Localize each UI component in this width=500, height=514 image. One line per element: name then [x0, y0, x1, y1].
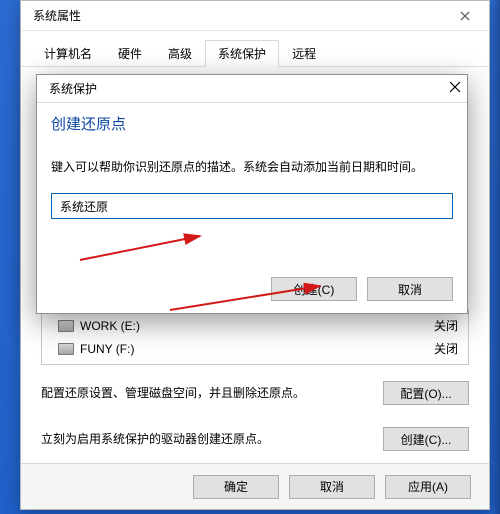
restore-point-name-input[interactable]: [51, 193, 453, 219]
dialog-title: 系统保护: [49, 80, 97, 97]
drive-icon: [58, 320, 74, 332]
drive-icon: [58, 343, 74, 355]
dialog-description: 键入可以帮助你识别还原点的描述。系统会自动添加当前日期和时间。: [37, 138, 467, 183]
titlebar: 系统属性: [21, 1, 489, 31]
close-icon: [449, 81, 461, 93]
tab-hardware[interactable]: 硬件: [105, 40, 155, 67]
drive-name: FUNY (F:): [80, 342, 134, 356]
configure-button[interactable]: 配置(O)...: [383, 381, 469, 405]
create-button[interactable]: 创建(C)...: [383, 427, 469, 451]
window-title: 系统属性: [33, 7, 81, 24]
create-restore-point-dialog: 系统保护 创建还原点 键入可以帮助你识别还原点的描述。系统会自动添加当前日期和时…: [36, 74, 468, 314]
edge-shadow: [492, 0, 500, 514]
drive-status: 关闭: [434, 340, 458, 357]
drive-list: WORK (E:) 关闭 FUNY (F:) 关闭: [41, 309, 469, 365]
tabs: 计算机名 硬件 高级 系统保护 远程: [21, 31, 489, 67]
cancel-button[interactable]: 取消: [289, 475, 375, 499]
dialog-actions: 创建(C) 取消: [271, 277, 453, 301]
tab-computer-name[interactable]: 计算机名: [31, 40, 105, 67]
dialog-button-bar: 确定 取消 应用(A): [21, 463, 489, 509]
drive-row[interactable]: FUNY (F:) 关闭: [42, 337, 468, 360]
titlebar: 系统保护: [37, 75, 467, 103]
tab-system-protection[interactable]: 系统保护: [205, 40, 279, 67]
close-button[interactable]: [447, 4, 483, 28]
close-button[interactable]: [449, 81, 461, 96]
drive-name: WORK (E:): [80, 319, 140, 333]
tab-advanced[interactable]: 高级: [155, 40, 205, 67]
drive-status: 关闭: [434, 317, 458, 334]
create-text: 立刻为启用系统保护的驱动器创建还原点。: [41, 430, 367, 448]
configure-text: 配置还原设置、管理磁盘空间，并且删除还原点。: [41, 384, 367, 402]
close-icon: [460, 11, 470, 21]
tab-remote[interactable]: 远程: [279, 40, 329, 67]
apply-button[interactable]: 应用(A): [385, 475, 471, 499]
create-confirm-button[interactable]: 创建(C): [271, 277, 357, 301]
drive-row[interactable]: WORK (E:) 关闭: [42, 314, 468, 337]
cancel-button[interactable]: 取消: [367, 277, 453, 301]
dialog-heading: 创建还原点: [37, 103, 467, 138]
ok-button[interactable]: 确定: [193, 475, 279, 499]
